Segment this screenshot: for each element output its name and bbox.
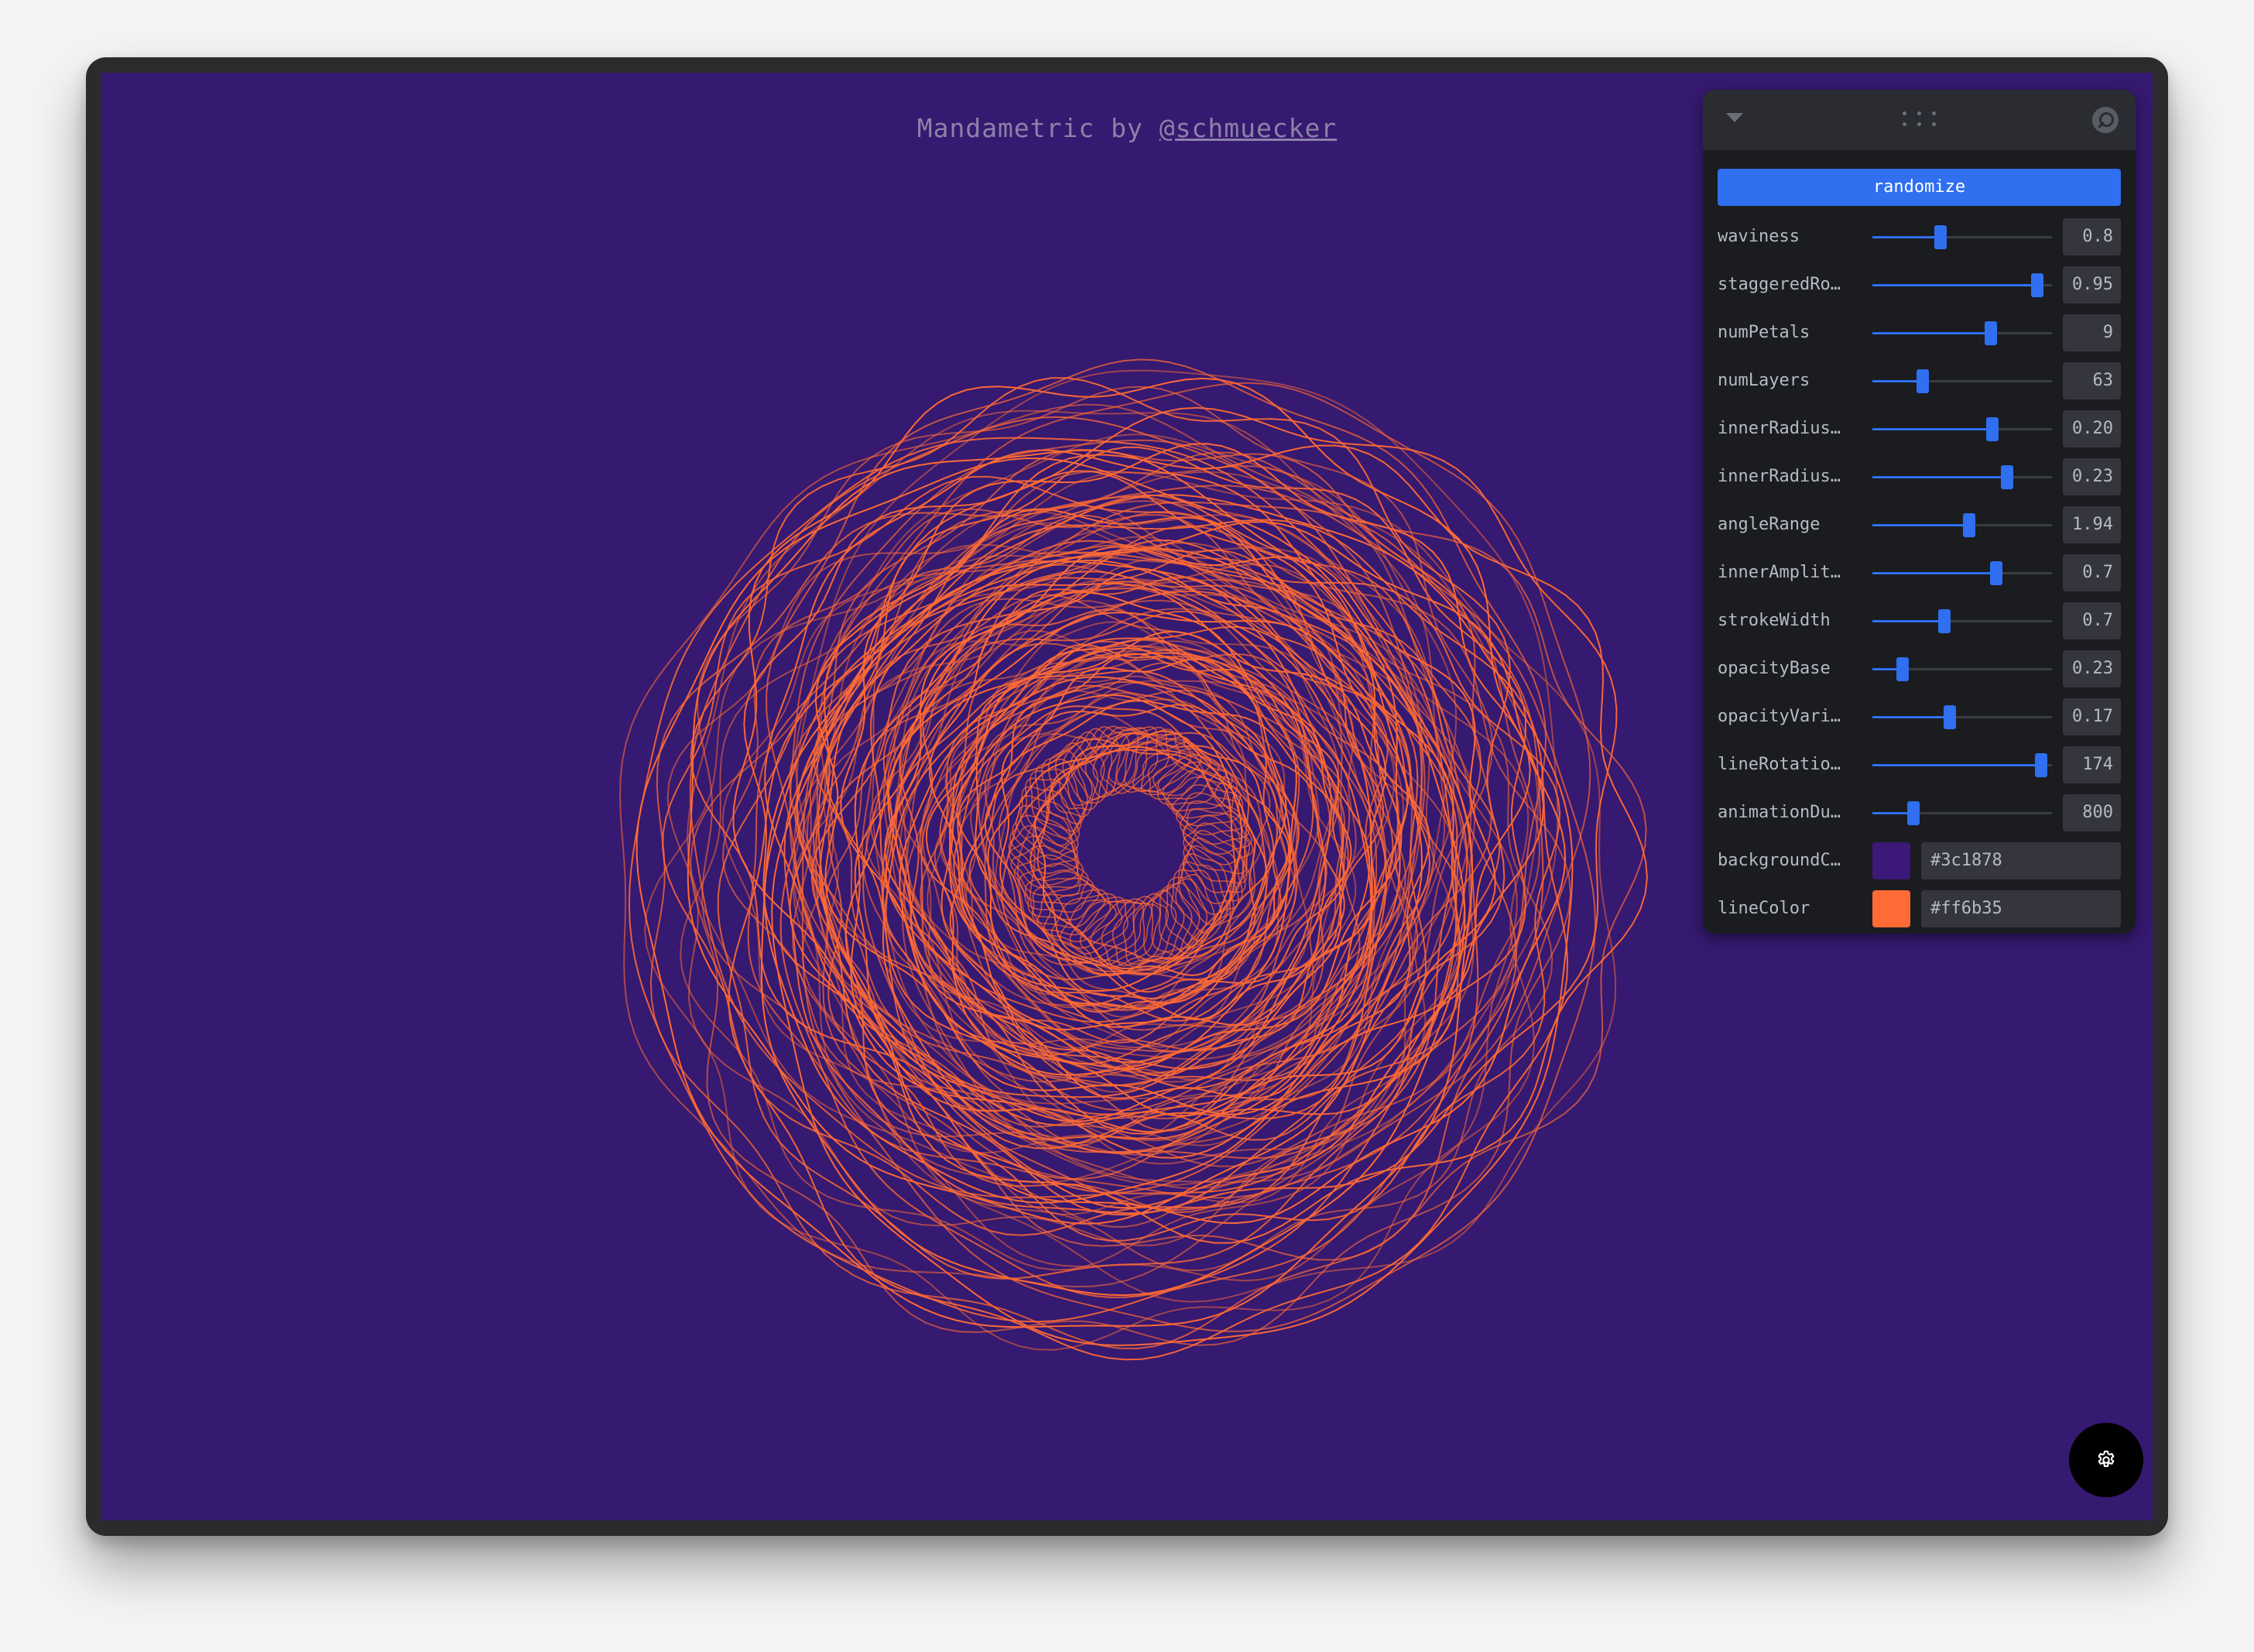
app-window: Mandametric by @schmuecker randomize wav… bbox=[86, 57, 2168, 1536]
settings-button[interactable] bbox=[2069, 1423, 2143, 1497]
slider-track[interactable] bbox=[1872, 417, 2052, 441]
author-link[interactable]: @schmuecker bbox=[1160, 113, 1338, 143]
control-label: innerAmplit… bbox=[1718, 563, 1841, 582]
control-row: staggeredRo… 0.95 bbox=[1718, 266, 2121, 303]
slider-thumb[interactable] bbox=[2001, 465, 2013, 489]
slider-fill bbox=[1872, 764, 2042, 766]
control-value-input[interactable]: 0.95 bbox=[2063, 266, 2121, 303]
control-label: waviness bbox=[1718, 227, 1800, 246]
slider-thumb[interactable] bbox=[1985, 321, 1998, 345]
control-row: numLayers 63 bbox=[1718, 362, 2121, 399]
slider-track[interactable] bbox=[1872, 225, 2052, 249]
gear-icon bbox=[2098, 1450, 2115, 1467]
slider-thumb[interactable] bbox=[1943, 705, 1956, 729]
control-label: innerRadius… bbox=[1718, 419, 1841, 438]
slider-thumb[interactable] bbox=[1937, 609, 1951, 633]
chevron-down-icon[interactable] bbox=[1726, 113, 1743, 122]
slider-track[interactable] bbox=[1872, 657, 2052, 681]
slider-track[interactable] bbox=[1872, 465, 2052, 489]
slider-fill bbox=[1872, 428, 1993, 430]
slider-fill bbox=[1872, 332, 1992, 334]
color-row: lineColor #ff6b35 bbox=[1718, 890, 2121, 927]
color-row: backgroundC… #3c1878 bbox=[1718, 842, 2121, 879]
control-row: waviness 0.8 bbox=[1718, 218, 2121, 255]
slider-track[interactable] bbox=[1872, 561, 2052, 585]
control-label: numPetals bbox=[1718, 323, 1810, 342]
control-label: opacityVari… bbox=[1718, 707, 1841, 726]
slider-track[interactable] bbox=[1872, 705, 2052, 729]
slider-fill bbox=[1872, 716, 1950, 718]
control-value-input[interactable]: 0.20 bbox=[2063, 410, 2121, 447]
color-hex-input[interactable]: #3c1878 bbox=[1921, 842, 2121, 879]
randomize-button[interactable]: randomize bbox=[1718, 169, 2121, 206]
control-label: innerRadius… bbox=[1718, 467, 1841, 486]
control-label: opacityBase bbox=[1718, 659, 1831, 678]
control-value-input[interactable]: 9 bbox=[2063, 314, 2121, 351]
control-row: opacityVari… 0.17 bbox=[1718, 698, 2121, 735]
control-value-input[interactable]: 0.7 bbox=[2063, 602, 2121, 639]
slider-thumb[interactable] bbox=[1896, 657, 1910, 681]
control-row: lineRotatio… 174 bbox=[1718, 746, 2121, 783]
control-row: innerRadius… 0.20 bbox=[1718, 410, 2121, 447]
slider-thumb[interactable] bbox=[1990, 561, 2003, 585]
control-row: angleRange 1.94 bbox=[1718, 506, 2121, 543]
slider-fill bbox=[1872, 620, 1944, 622]
control-row: numPetals 9 bbox=[1718, 314, 2121, 351]
control-row: innerRadius… 0.23 bbox=[1718, 458, 2121, 495]
slider-thumb[interactable] bbox=[1963, 513, 1976, 537]
control-value-input[interactable]: 1.94 bbox=[2063, 506, 2121, 543]
control-row: animationDu… 800 bbox=[1718, 794, 2121, 831]
slider-fill bbox=[1872, 284, 2038, 286]
control-value-input[interactable]: 0.7 bbox=[2063, 554, 2121, 591]
slider-thumb[interactable] bbox=[1934, 225, 1947, 249]
slider-track[interactable] bbox=[1872, 753, 2052, 777]
control-value-input[interactable]: 0.17 bbox=[2063, 698, 2121, 735]
search-icon[interactable] bbox=[2092, 107, 2119, 133]
control-value-input[interactable]: 63 bbox=[2063, 362, 2121, 399]
drag-handle-icon[interactable] bbox=[1902, 110, 1937, 129]
slider-track[interactable] bbox=[1872, 273, 2052, 297]
control-row: strokeWidth 0.7 bbox=[1718, 602, 2121, 639]
panel-header bbox=[1703, 90, 2136, 150]
slider-thumb[interactable] bbox=[1916, 369, 1929, 393]
control-value-input[interactable]: 0.23 bbox=[2063, 650, 2121, 687]
slider-thumb[interactable] bbox=[2031, 273, 2044, 297]
control-value-input[interactable]: 0.8 bbox=[2063, 218, 2121, 255]
title-prefix: Mandametric by bbox=[916, 113, 1160, 143]
slider-track[interactable] bbox=[1872, 801, 2052, 825]
canvas-area: Mandametric by @schmuecker randomize wav… bbox=[101, 73, 2153, 1520]
control-value-input[interactable]: 174 bbox=[2063, 746, 2121, 783]
slider-thumb[interactable] bbox=[2035, 753, 2048, 777]
slider-fill bbox=[1872, 236, 1941, 238]
control-label: strokeWidth bbox=[1718, 611, 1831, 630]
control-row: opacityBase 0.23 bbox=[1718, 650, 2121, 687]
slider-thumb[interactable] bbox=[1986, 417, 1999, 441]
slider-fill bbox=[1872, 572, 1997, 574]
color-swatch[interactable] bbox=[1872, 890, 1910, 927]
control-label: angleRange bbox=[1718, 515, 1821, 534]
control-value-input[interactable]: 0.23 bbox=[2063, 458, 2121, 495]
control-label: animationDu… bbox=[1718, 803, 1841, 822]
color-hex-input[interactable]: #ff6b35 bbox=[1921, 890, 2121, 927]
control-label: lineColor bbox=[1718, 899, 1810, 918]
slider-fill bbox=[1872, 524, 1970, 526]
control-label: backgroundC… bbox=[1718, 851, 1841, 870]
slider-track[interactable] bbox=[1872, 369, 2052, 393]
slider-track[interactable] bbox=[1872, 321, 2052, 345]
control-label: lineRotatio… bbox=[1718, 755, 1841, 774]
slider-fill bbox=[1872, 476, 2007, 478]
control-label: staggeredRo… bbox=[1718, 275, 1841, 294]
slider-track[interactable] bbox=[1872, 609, 2052, 633]
controls-panel: randomize waviness 0.8 staggeredRo… 0.95 num… bbox=[1703, 90, 2136, 934]
color-swatch[interactable] bbox=[1872, 842, 1910, 879]
control-value-input[interactable]: 800 bbox=[2063, 794, 2121, 831]
control-row: innerAmplit… 0.7 bbox=[1718, 554, 2121, 591]
control-label: numLayers bbox=[1718, 371, 1810, 390]
slider-thumb[interactable] bbox=[1907, 801, 1920, 825]
slider-fill bbox=[1872, 380, 1923, 382]
slider-track[interactable] bbox=[1872, 513, 2052, 537]
